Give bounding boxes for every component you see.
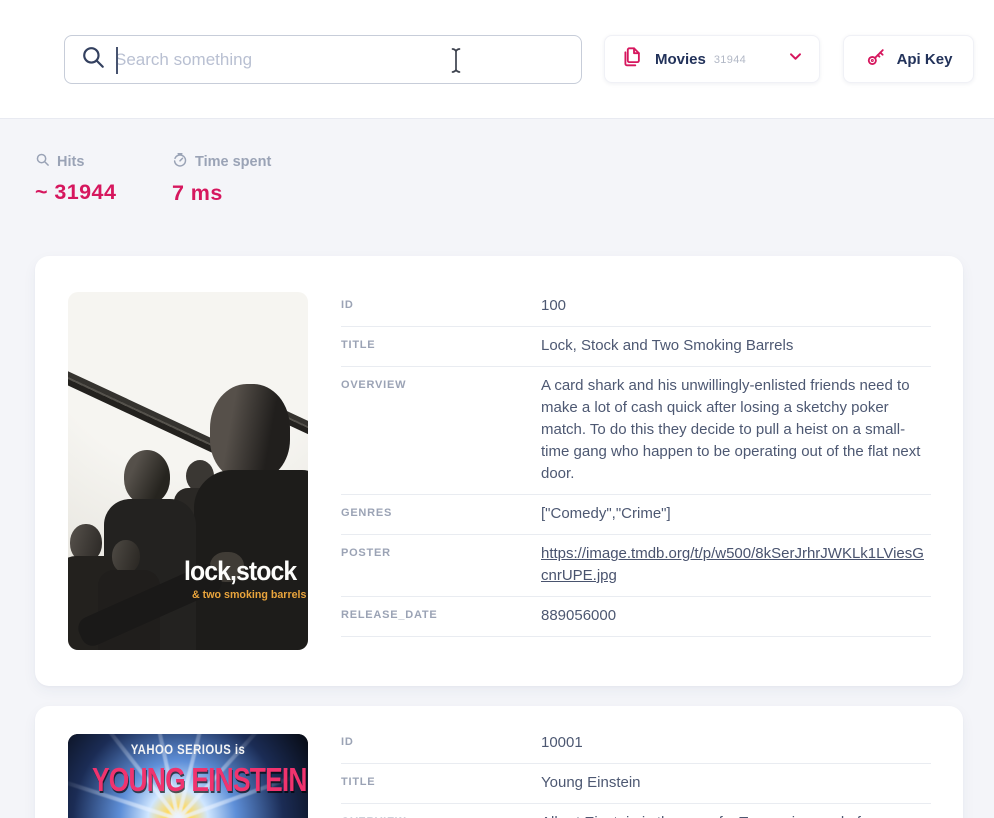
poster-title-text: lock,stock: [184, 556, 296, 587]
hits-search-icon: [35, 152, 50, 171]
field-label: POSTER: [341, 543, 541, 587]
documents-icon: [621, 46, 643, 73]
field-row-genres: GENRES ["Comedy","Crime"]: [341, 495, 931, 535]
field-label: OVERVIEW: [341, 812, 541, 818]
movie-poster-image: lock,stock & two smoking barrels: [68, 292, 308, 650]
field-value: Albert Einstein is the son of a Tasmania…: [541, 812, 931, 818]
field-value: Lock, Stock and Two Smoking Barrels: [541, 335, 931, 357]
hits-label: Hits: [57, 154, 84, 170]
field-row-poster: POSTER https://image.tmdb.org/t/p/w500/8…: [341, 535, 931, 597]
poster-title-text: YOUNG EINSTEIN: [92, 761, 284, 799]
poster-header-text: YAHOO SERIOUS is: [87, 742, 289, 757]
ibeam-mouse-cursor: [449, 47, 463, 79]
hits-value: ~ 31944: [35, 180, 116, 205]
key-icon: [865, 46, 887, 73]
field-row-release-date: RELEASE_DATE 889056000: [341, 597, 931, 637]
field-row-overview: OVERVIEW Albert Einstein is the son of a…: [341, 804, 931, 818]
field-label: RELEASE_DATE: [341, 605, 541, 627]
time-spent-stat: Time spent 7 ms: [172, 152, 271, 206]
field-row-overview: OVERVIEW A card shark and his unwillingl…: [341, 367, 931, 495]
field-label: OVERVIEW: [341, 375, 541, 485]
field-value: 889056000: [541, 605, 931, 627]
text-caret: [116, 47, 118, 74]
field-row-id: ID 100: [341, 287, 931, 327]
field-row-title: TITLE Young Einstein: [341, 764, 931, 804]
result-card: YAHOO SERIOUS is YOUNG EINSTEIN ID 10001…: [35, 706, 963, 818]
hits-stat: Hits ~ 31944: [35, 152, 116, 205]
field-value: ["Comedy","Crime"]: [541, 503, 931, 525]
chevron-down-icon: [788, 49, 803, 69]
api-key-label: Api Key: [897, 51, 953, 68]
result-card: lock,stock & two smoking barrels ID 100 …: [35, 256, 963, 686]
time-spent-label: Time spent: [195, 154, 271, 170]
field-label: ID: [341, 295, 541, 317]
api-key-button[interactable]: Api Key: [843, 35, 974, 83]
search-input[interactable]: [115, 36, 581, 83]
field-label: TITLE: [341, 335, 541, 357]
index-selector-button[interactable]: Movies 31944: [604, 35, 820, 83]
stopwatch-icon: [172, 152, 188, 172]
field-label: TITLE: [341, 772, 541, 794]
field-label: GENRES: [341, 503, 541, 525]
header: Movies 31944 Api Key: [0, 0, 994, 119]
index-name: Movies: [655, 51, 706, 68]
document-fields: ID 10001 TITLE Young Einstein OVERVIEW A…: [341, 724, 931, 818]
search-icon: [80, 44, 106, 75]
field-value: 10001: [541, 732, 931, 754]
search-box[interactable]: [64, 35, 582, 84]
poster-subtitle-text: & two smoking barrels: [192, 589, 306, 601]
field-label: ID: [341, 732, 541, 754]
movie-poster-image: YAHOO SERIOUS is YOUNG EINSTEIN: [68, 734, 308, 818]
field-value: A card shark and his unwillingly-enliste…: [541, 375, 931, 485]
field-row-title: TITLE Lock, Stock and Two Smoking Barrel…: [341, 327, 931, 367]
document-fields: ID 100 TITLE Lock, Stock and Two Smoking…: [341, 287, 931, 637]
field-value: Young Einstein: [541, 772, 931, 794]
field-row-id: ID 10001: [341, 724, 931, 764]
field-value: 100: [541, 295, 931, 317]
index-doc-count: 31944: [714, 54, 746, 66]
time-spent-value: 7 ms: [172, 181, 271, 206]
poster-url-link[interactable]: https://image.tmdb.org/t/p/w500/8kSerJrh…: [541, 543, 931, 587]
